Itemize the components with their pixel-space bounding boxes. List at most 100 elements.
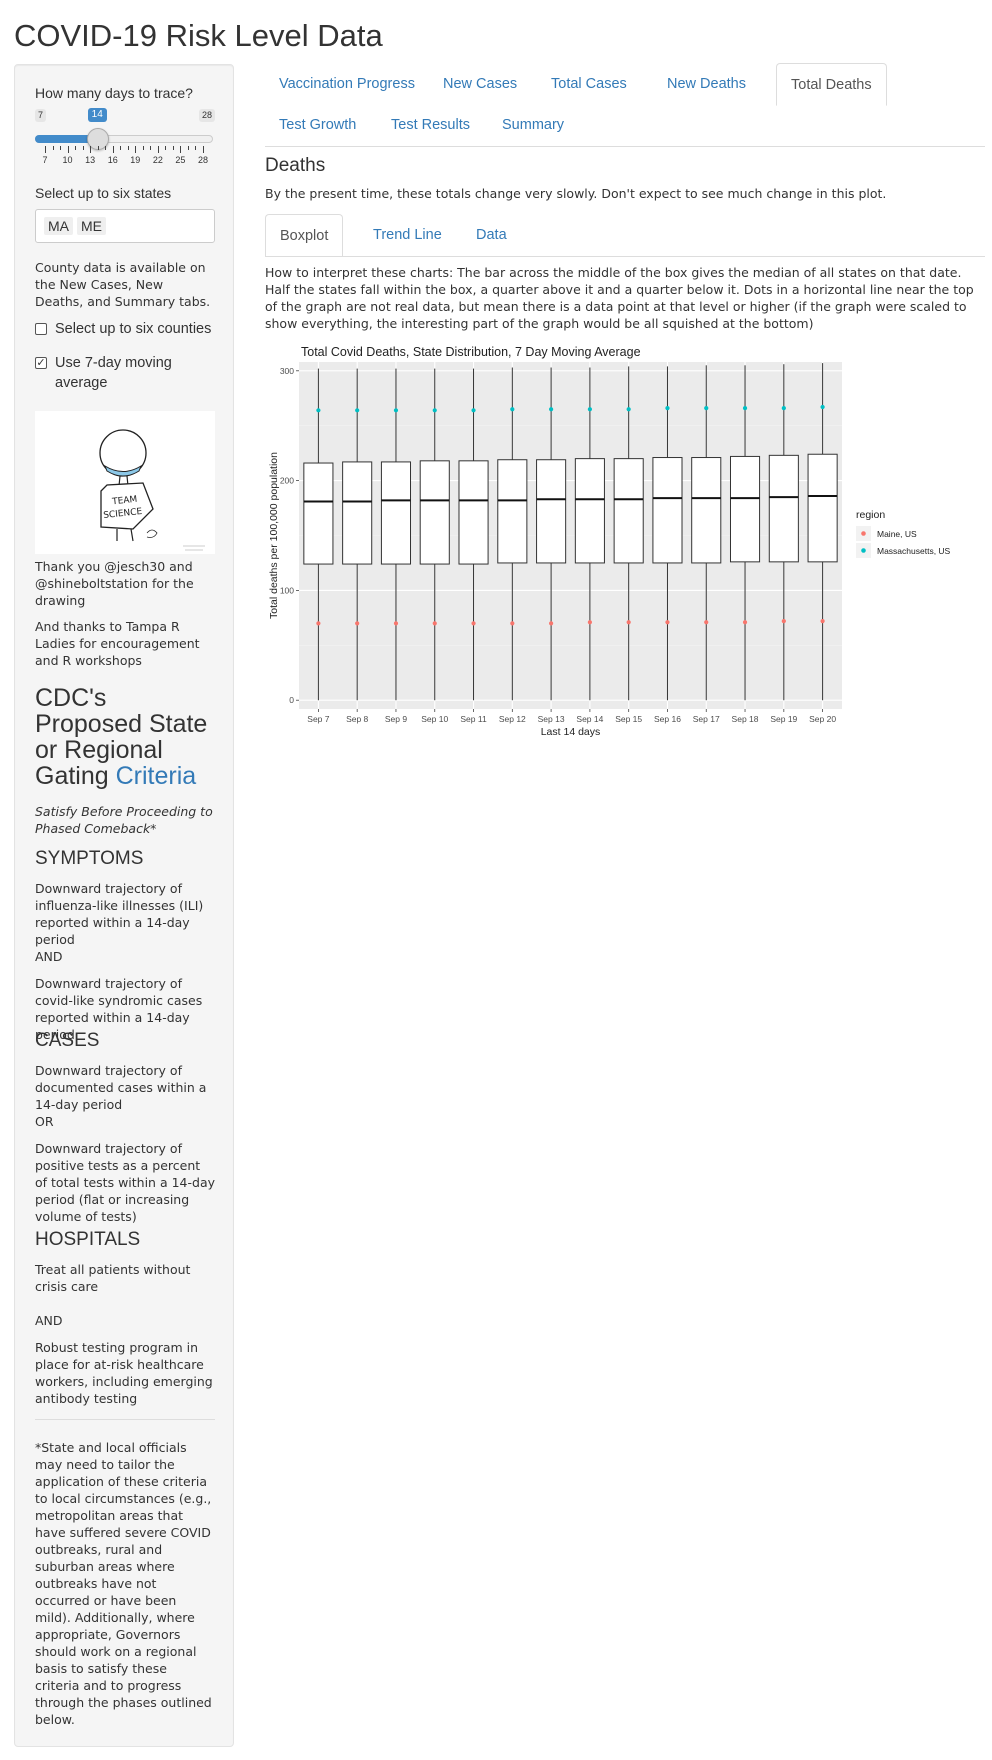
counties-checkbox[interactable] bbox=[35, 323, 47, 335]
workshop-credit: And thanks to Tampa R Ladies for encoura… bbox=[35, 619, 200, 668]
x-tick-label: Sep 16 bbox=[654, 714, 681, 724]
x-tick-label: Sep 18 bbox=[732, 714, 759, 724]
tab-test-results[interactable]: Test Results bbox=[377, 104, 484, 146]
x-tick-label: Sep 20 bbox=[809, 714, 836, 724]
hospitals-heading: HOSPITALS bbox=[35, 1229, 141, 1250]
slider-tick-label: 25 bbox=[175, 155, 186, 165]
slider-tick bbox=[82, 146, 84, 150]
data-point bbox=[393, 408, 399, 413]
slider-tick bbox=[112, 146, 114, 153]
x-tick-label: Sep 10 bbox=[421, 714, 448, 724]
legend-swatch bbox=[861, 548, 866, 553]
slider-tick bbox=[142, 146, 144, 150]
symptoms-criterion-1: Downward trajectory of influenza-like il… bbox=[35, 881, 204, 947]
subtab-trend-line[interactable]: Trend Line bbox=[359, 214, 456, 256]
tab-test-growth[interactable]: Test Growth bbox=[265, 104, 370, 146]
state-chip-me[interactable]: ME bbox=[77, 217, 106, 235]
data-point bbox=[316, 408, 321, 413]
counties-checkbox-label: Select up to six counties bbox=[55, 321, 212, 337]
moving-average-checkbox-label: Use 7-day moving average bbox=[55, 355, 172, 391]
x-tick-label: Sep 7 bbox=[307, 714, 329, 724]
tab-total-cases[interactable]: Total Cases bbox=[537, 63, 641, 105]
slider-tick bbox=[150, 146, 152, 150]
data-point bbox=[471, 408, 476, 413]
slider-tick bbox=[105, 146, 107, 150]
drawing-credit: Thank you @jesch30 and @shineboltstation… bbox=[35, 559, 194, 608]
data-point bbox=[781, 619, 786, 624]
slider-tick bbox=[127, 146, 129, 150]
data-point bbox=[432, 621, 437, 626]
sidebar: How many days to trace? 7 14 28 7 10 13 16 1… bbox=[14, 64, 234, 1747]
moving-average-checkbox-row[interactable]: ✓ Use 7-day moving average bbox=[35, 353, 220, 393]
criteria-link[interactable]: Criteria bbox=[116, 762, 197, 790]
slider-tick bbox=[180, 146, 182, 153]
legend-label: Massachusetts, US bbox=[877, 546, 951, 556]
days-slider[interactable]: 7 14 28 7 10 13 16 19 22 25 28 bbox=[35, 108, 215, 167]
hospitals-criterion-2: Robust testing program in place for at-r… bbox=[35, 1340, 213, 1406]
box bbox=[768, 454, 799, 563]
cases-heading: CASES bbox=[35, 1030, 100, 1051]
hospitals-and: AND bbox=[35, 1313, 63, 1328]
subtab-data[interactable]: Data bbox=[462, 214, 521, 256]
slider-tick-labels: 7 10 13 16 19 22 25 28 bbox=[35, 155, 213, 167]
data-point bbox=[587, 620, 592, 625]
x-tick-label: Sep 19 bbox=[770, 714, 797, 724]
counties-checkbox-row[interactable]: Select up to six counties bbox=[35, 319, 220, 339]
section-note: By the present time, these totals change… bbox=[265, 186, 887, 201]
box bbox=[380, 461, 412, 565]
slider-tick bbox=[187, 146, 189, 150]
box bbox=[536, 459, 567, 564]
page-title: COVID-19 Risk Level Data bbox=[14, 18, 383, 53]
x-tick-label: Sep 13 bbox=[538, 714, 565, 724]
y-tick-label: 200 bbox=[280, 476, 294, 486]
data-point bbox=[432, 408, 437, 413]
sidebar-divider bbox=[35, 1419, 215, 1420]
main-tabs-border bbox=[265, 146, 985, 147]
moving-average-checkbox[interactable]: ✓ bbox=[35, 357, 47, 369]
slider-tick bbox=[52, 146, 54, 150]
hospitals-criterion-1: Treat all patients without crisis care bbox=[35, 1262, 191, 1294]
slider-tick-label: 16 bbox=[107, 155, 118, 165]
states-select-input[interactable]: MA ME bbox=[35, 209, 215, 243]
tab-total-deaths[interactable]: Total Deaths bbox=[776, 63, 887, 106]
boxplot-svg: Total Covid Deaths, State Distribution, … bbox=[268, 345, 951, 738]
y-tick-label: 0 bbox=[289, 695, 294, 705]
tab-new-cases[interactable]: New Cases bbox=[429, 63, 531, 105]
subtab-boxplot[interactable]: Boxplot bbox=[265, 214, 344, 257]
y-axis-label: Total deaths per 100,000 population bbox=[268, 452, 280, 619]
slider-tick bbox=[97, 146, 99, 150]
data-point bbox=[316, 621, 321, 626]
x-tick-label: Sep 14 bbox=[576, 714, 603, 724]
slider-tick bbox=[45, 146, 46, 153]
state-chip-ma[interactable]: MA bbox=[44, 217, 73, 235]
slider-max-label: 28 bbox=[198, 109, 215, 122]
data-point bbox=[820, 619, 825, 624]
data-point bbox=[587, 407, 592, 412]
cases-criterion-2: Downward trajectory of positive tests as… bbox=[35, 1141, 215, 1224]
slider-min-label: 7 bbox=[35, 109, 47, 122]
slider-value-label: 14 bbox=[87, 108, 107, 122]
x-tick-label: Sep 17 bbox=[693, 714, 720, 724]
slider-tick bbox=[67, 146, 69, 153]
slider-tick-label: 13 bbox=[85, 155, 96, 165]
data-point bbox=[355, 621, 360, 626]
y-tick-label: 100 bbox=[280, 585, 294, 595]
data-point bbox=[742, 620, 748, 625]
chart-title: Total Covid Deaths, State Distribution, … bbox=[301, 346, 641, 359]
slider-tick bbox=[195, 146, 197, 150]
box bbox=[613, 458, 644, 564]
criteria-footnote: *State and local officials may need to t… bbox=[35, 1440, 212, 1727]
tab-new-deaths[interactable]: New Deaths bbox=[653, 63, 760, 105]
x-tick-label: Sep 8 bbox=[346, 714, 368, 724]
symptoms-heading: SYMPTOMS bbox=[35, 848, 144, 869]
subtabs-border bbox=[265, 256, 985, 257]
tab-summary[interactable]: Summary bbox=[488, 104, 578, 146]
slider-tick bbox=[203, 146, 204, 153]
slider-tick-label: 10 bbox=[62, 155, 73, 165]
data-point bbox=[510, 621, 515, 626]
cdc-criteria-title: CDC's Proposed State or Regional Gating … bbox=[35, 685, 215, 789]
slider-tick bbox=[90, 146, 92, 153]
tab-vaccination-progress[interactable]: Vaccination Progress bbox=[265, 63, 429, 105]
box bbox=[574, 458, 605, 564]
symptoms-and: AND bbox=[35, 949, 63, 964]
